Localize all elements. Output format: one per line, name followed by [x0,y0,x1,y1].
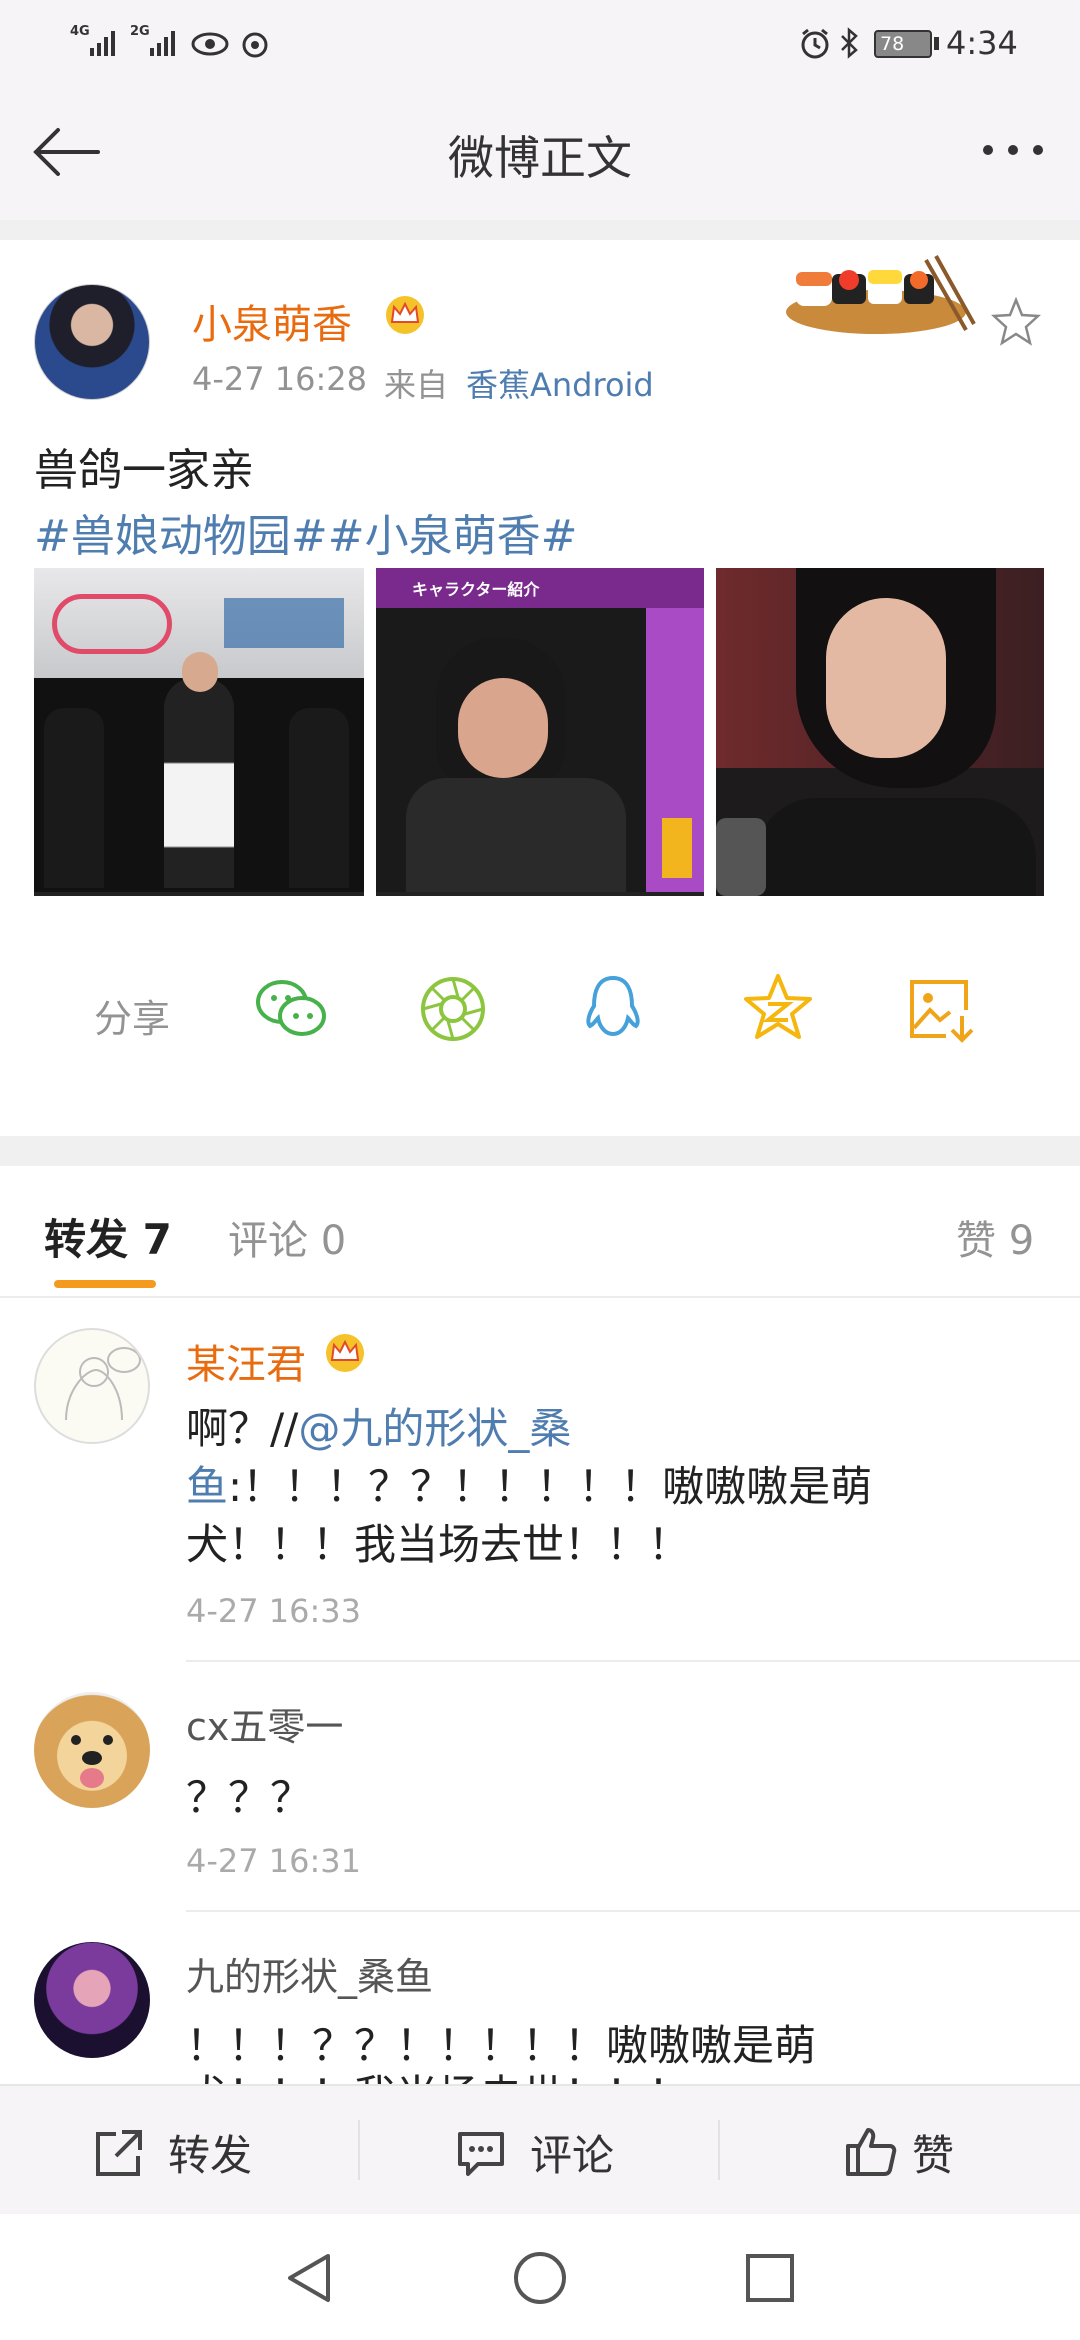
post-time: 4-27 16:28 [192,360,368,398]
eye-icon [190,30,230,58]
post-image-2[interactable]: キャラクター紹介 [376,568,704,896]
repost-time: 4-27 16:31 [186,1842,362,1880]
tab-comments[interactable]: 评论 0 [228,1208,346,1266]
repost-text-line2: 犬！！！我当场去世！！！ [186,1520,691,1569]
signal-strength-icon [148,26,182,58]
status-bar: 4G 2G 78 4:34 [0,0,1080,90]
repost-time: 4-27 16:33 [186,1592,362,1630]
comment-icon [458,2132,504,2176]
title-bar: 微博正文 [0,90,1080,220]
repost-text: ？？？ [186,1773,313,1822]
sync-icon [240,30,270,60]
row-divider [186,1660,1080,1662]
nav-recents-icon[interactable] [744,2252,796,2304]
post-image-3[interactable] [716,568,1044,896]
more-options-icon[interactable] [978,140,1048,160]
repost-text-cut-line: 犬！！！我当场去世！！！ [186,2070,690,2084]
avatar[interactable] [34,284,150,400]
favorite-star-icon[interactable] [990,296,1042,348]
tab-reposts[interactable]: 转发 7 [44,1206,172,1267]
comment-button-label: 评论 [530,2131,615,2180]
repost-text-cut: 犬！！！我当场去世！！！ [186,2070,690,2084]
save-image-icon[interactable] [906,976,976,1044]
nav-home-icon[interactable] [512,2250,568,2306]
row-divider [186,1910,1080,1912]
bluetooth-icon [838,26,860,60]
qq-icon[interactable] [580,972,646,1046]
image-banner-text: キャラクター紹介 [412,580,540,599]
post-source[interactable]: 香蕉Android [466,360,654,406]
page-title: 微博正文 [448,131,632,185]
battery-level: 78 [880,33,905,55]
signal-2g-label: 2G [130,24,150,39]
like-button-label: 赞 [912,2131,955,2180]
sushi-decoration-icon [776,250,976,340]
repost-user-name[interactable]: cx五零一 [186,1696,343,1751]
repost-text-rest: :！！！？？！！！！！嗷嗷嗷是萌 [228,1462,873,1511]
signal-strength-icon [88,26,122,58]
section-divider [0,1136,1080,1166]
system-nav-bar [0,2214,1080,2340]
tabs-divider [0,1296,1080,1298]
avatar[interactable] [34,1692,150,1808]
repost-text-prefix: 啊？// [186,1404,299,1453]
vip-crown-icon [382,294,428,336]
repost-text: 啊？//@九的形状_桑鱼:！！！？？！！！！！嗷嗷嗷是萌 犬！！！我当场去世！！… [186,1400,1046,1574]
post-text: 兽鸽一家亲 [34,445,254,496]
post-source-prefix: 来自 [384,366,449,404]
battery-icon: 78 [874,30,932,58]
bottom-action-bar: 转发 评论 赞 [0,2084,1080,2214]
qzone-icon[interactable] [742,972,814,1044]
repost-button-label: 转发 [168,2131,253,2180]
post-hashtags[interactable]: #兽娘动物园##小泉萌香# [34,500,577,564]
repost-user-name[interactable]: 九的形状_桑鱼 [186,1946,433,2001]
nav-back-icon[interactable] [284,2250,334,2306]
active-tab-indicator [54,1280,156,1288]
tab-likes[interactable]: 赞 9 [956,1208,1034,1266]
repost-user-name[interactable]: 某汪君 [186,1332,306,1390]
avatar[interactable] [34,1328,150,1444]
post-image-1[interactable] [34,568,364,896]
section-divider [0,220,1080,240]
moments-icon[interactable] [418,974,488,1044]
repost-text: ！！！？？！！！！！嗷嗷嗷是萌 [186,2021,817,2070]
vip-crown-icon [322,1332,368,1374]
thumbs-up-icon [846,2128,897,2176]
clock: 4:34 [946,24,1018,62]
alarm-icon [798,26,832,60]
share-out-icon [96,2130,142,2176]
share-label: 分享 [94,997,171,1041]
avatar[interactable] [34,1942,150,2058]
post-author-name[interactable]: 小泉萌香 [192,292,352,350]
wechat-icon[interactable] [252,972,332,1046]
signal-4g-label: 4G [70,24,90,39]
